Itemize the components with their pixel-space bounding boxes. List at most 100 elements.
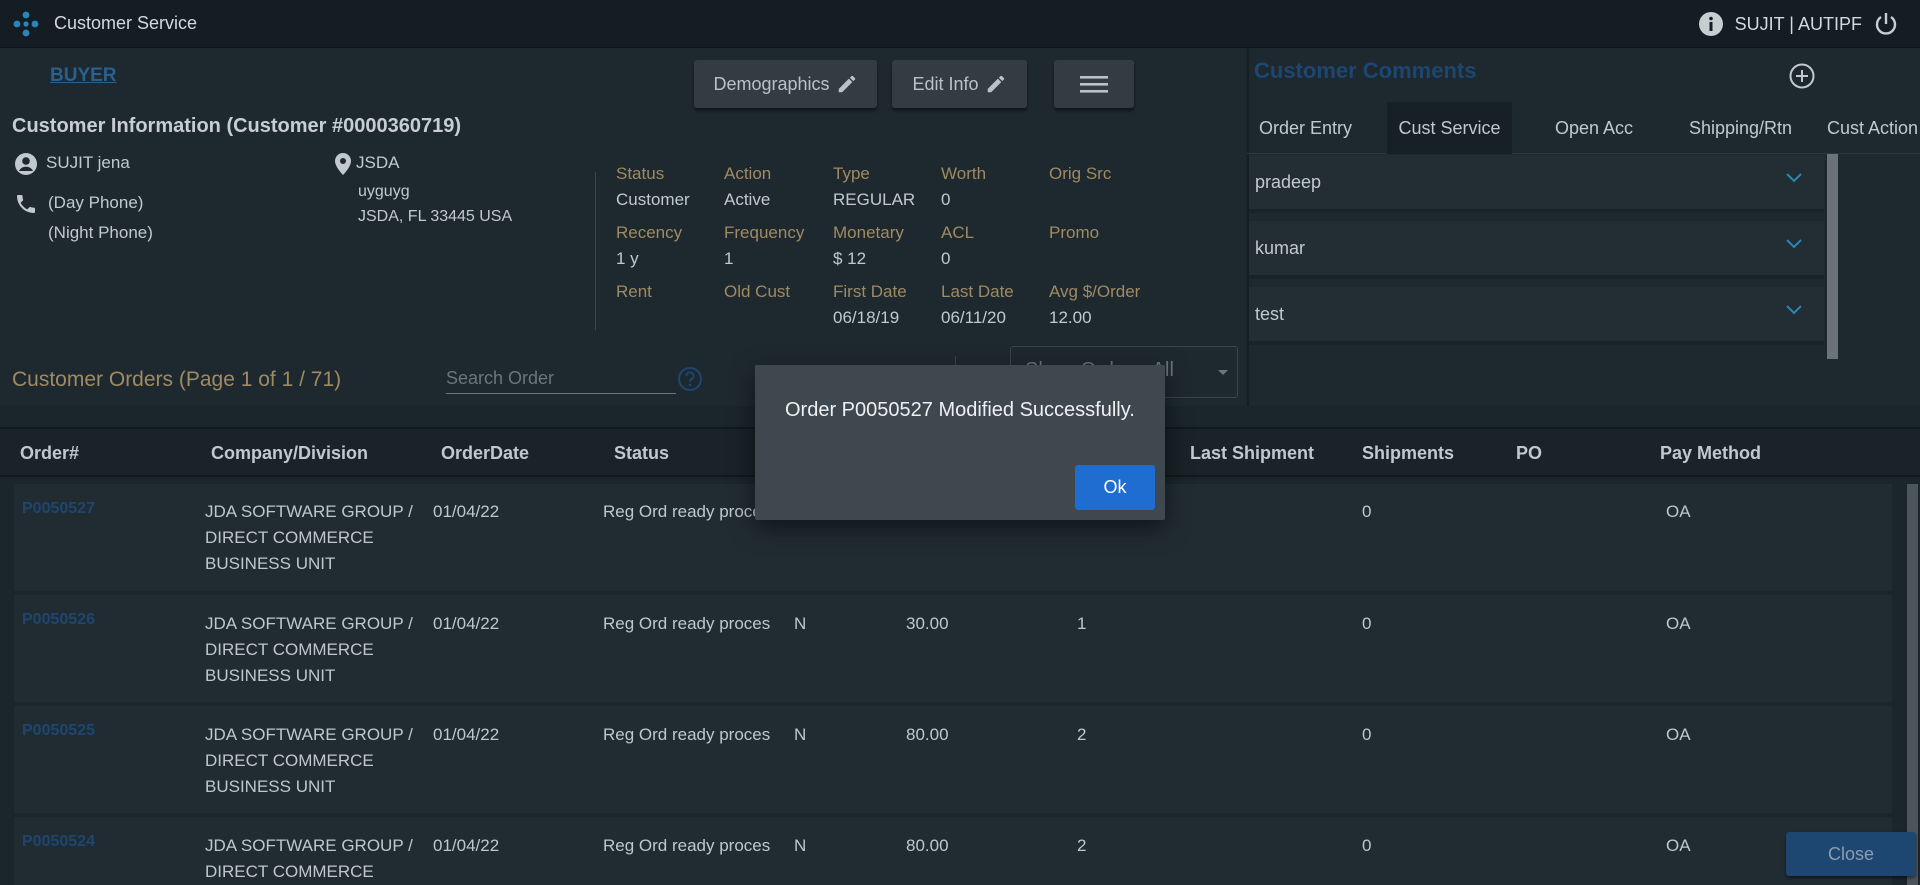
order-status: Reg Ord ready proces xyxy=(603,725,771,744)
column-header[interactable]: PO xyxy=(1516,443,1542,464)
pencil-icon xyxy=(987,75,1004,93)
pay-method: OA xyxy=(1666,836,1691,855)
column-header[interactable]: Order# xyxy=(20,443,79,464)
tab-open-acc[interactable]: Open Acc xyxy=(1543,102,1645,154)
comment-author: kumar xyxy=(1255,237,1306,258)
item-count: 2 xyxy=(1077,836,1087,855)
comment-author: pradeep xyxy=(1255,171,1322,192)
order-date: 01/04/22 xyxy=(433,725,500,744)
order-amount: 80.00 xyxy=(906,725,949,744)
shipments-count: 0 xyxy=(1362,836,1372,855)
tab-shipping-rtn[interactable]: Shipping/Rtn xyxy=(1677,102,1804,154)
stat-label: Promo xyxy=(1049,223,1100,242)
comment-author: test xyxy=(1255,303,1285,324)
user-area: SUJIT | AUTIPF xyxy=(1697,10,1900,38)
buyer-link[interactable]: BUYER xyxy=(50,65,117,87)
comment-item[interactable]: kumar xyxy=(1249,221,1824,279)
address-line2: uyguyg xyxy=(358,183,410,200)
address-name: JSDA xyxy=(356,153,400,172)
column-header[interactable]: Last Shipment xyxy=(1190,443,1314,464)
stat-label: Old Cust xyxy=(724,282,791,301)
search-order-input[interactable] xyxy=(446,364,676,394)
add-comment-icon[interactable] xyxy=(1788,62,1816,90)
order-status: Reg Ord ready proces xyxy=(603,836,771,855)
comments-scrollbar[interactable] xyxy=(1827,154,1838,359)
company-line: BUSINESS UNIT xyxy=(205,777,336,796)
demographics-label: Demographics xyxy=(713,73,830,94)
order-flag: N xyxy=(794,614,807,633)
customer-info-title: Customer Information (Customer #00003607… xyxy=(12,115,462,137)
stat-value: $ 12 xyxy=(833,249,867,268)
top-bar: Customer Service SUJIT | AUTIPF xyxy=(0,0,1920,48)
order-status: Reg Ord ready proces xyxy=(603,502,771,521)
order-number-link[interactable]: P0050524 xyxy=(22,833,95,851)
stat-label: Worth xyxy=(941,164,987,183)
company-line: BUSINESS UNIT xyxy=(205,554,336,573)
stat-value: 06/18/19 xyxy=(833,308,900,327)
order-number-link[interactable]: P0050527 xyxy=(22,500,95,518)
stat-label: Status xyxy=(616,164,665,183)
chevron-down-icon xyxy=(1786,305,1802,315)
pay-method: OA xyxy=(1666,725,1691,744)
stat-label: Orig Src xyxy=(1049,164,1112,183)
stat-label: Action xyxy=(724,164,772,183)
table-scrollbar[interactable] xyxy=(1907,484,1918,885)
stat-value: 12.00 xyxy=(1049,308,1092,327)
chevron-down-icon xyxy=(1786,173,1802,183)
hamburger-icon xyxy=(1080,76,1108,93)
user-name: SUJIT | AUTIPF xyxy=(1734,13,1862,34)
item-count: 2 xyxy=(1077,725,1087,744)
customer-name: SUJIT jena xyxy=(46,153,130,172)
info-icon[interactable] xyxy=(1697,10,1725,38)
stat-label: First Date xyxy=(833,282,907,301)
company-line: BUSINESS UNIT xyxy=(205,666,336,685)
stat-value: 0 xyxy=(941,190,951,209)
power-icon[interactable] xyxy=(1872,10,1900,38)
pencil-icon xyxy=(838,75,855,93)
column-header[interactable]: Company/Division xyxy=(211,443,368,464)
comment-item[interactable]: pradeep xyxy=(1249,155,1824,213)
stat-value: 1 y xyxy=(616,249,639,268)
shipments-count: 0 xyxy=(1362,502,1372,521)
pay-method: OA xyxy=(1666,502,1691,521)
dropdown-arrow-icon xyxy=(1218,370,1228,375)
order-status: Reg Ord ready proces xyxy=(603,614,771,633)
column-header[interactable]: Status xyxy=(614,443,669,464)
comment-tabs: Order Entry Cust Service Open Acc Shippi… xyxy=(1247,102,1920,154)
tab-cust-action[interactable]: Cust Action xyxy=(1815,102,1920,154)
order-flag: N xyxy=(794,725,807,744)
stat-value: Active xyxy=(724,190,771,209)
stat-label: Rent xyxy=(616,282,652,301)
tab-cust-service[interactable]: Cust Service xyxy=(1387,102,1512,154)
help-icon[interactable] xyxy=(677,366,703,392)
edit-info-button[interactable]: Edit Info xyxy=(892,60,1027,108)
app-title: Customer Service xyxy=(54,13,198,33)
company-line: DIRECT COMMERCE xyxy=(205,640,374,659)
stat-value: Customer xyxy=(616,190,690,209)
tab-order-entry[interactable]: Order Entry xyxy=(1247,102,1364,154)
company-line: JDA SOFTWARE GROUP / xyxy=(205,502,413,521)
company-line: JDA SOFTWARE GROUP / xyxy=(205,725,413,744)
company-line: DIRECT COMMERCE xyxy=(205,862,374,881)
success-dialog: Order P0050527 Modified Successfully. Ok xyxy=(755,365,1165,520)
orders-title: Customer Orders (Page 1 of 1 / 71) xyxy=(12,368,342,391)
demographics-button[interactable]: Demographics xyxy=(694,60,877,108)
column-header[interactable]: OrderDate xyxy=(441,443,529,464)
order-date: 01/04/22 xyxy=(433,614,500,633)
item-count: 1 xyxy=(1077,614,1087,633)
pay-method: OA xyxy=(1666,614,1691,633)
stat-value: REGULAR xyxy=(833,190,916,209)
column-header[interactable]: Pay Method xyxy=(1660,443,1761,464)
night-phone: (Night Phone) xyxy=(48,223,153,242)
edit-info-label: Edit Info xyxy=(912,73,979,94)
menu-button[interactable] xyxy=(1054,60,1134,108)
close-button[interactable]: Close xyxy=(1786,832,1916,876)
ok-button[interactable]: Ok xyxy=(1075,465,1155,510)
stat-label: Monetary xyxy=(833,223,904,242)
company-line: JDA SOFTWARE GROUP / xyxy=(205,614,413,633)
address-city: JSDA, FL 33445 USA xyxy=(358,208,513,225)
column-header[interactable]: Shipments xyxy=(1362,443,1454,464)
order-number-link[interactable]: P0050526 xyxy=(22,611,95,629)
comment-item[interactable]: test xyxy=(1249,287,1824,345)
order-number-link[interactable]: P0050525 xyxy=(22,722,95,740)
